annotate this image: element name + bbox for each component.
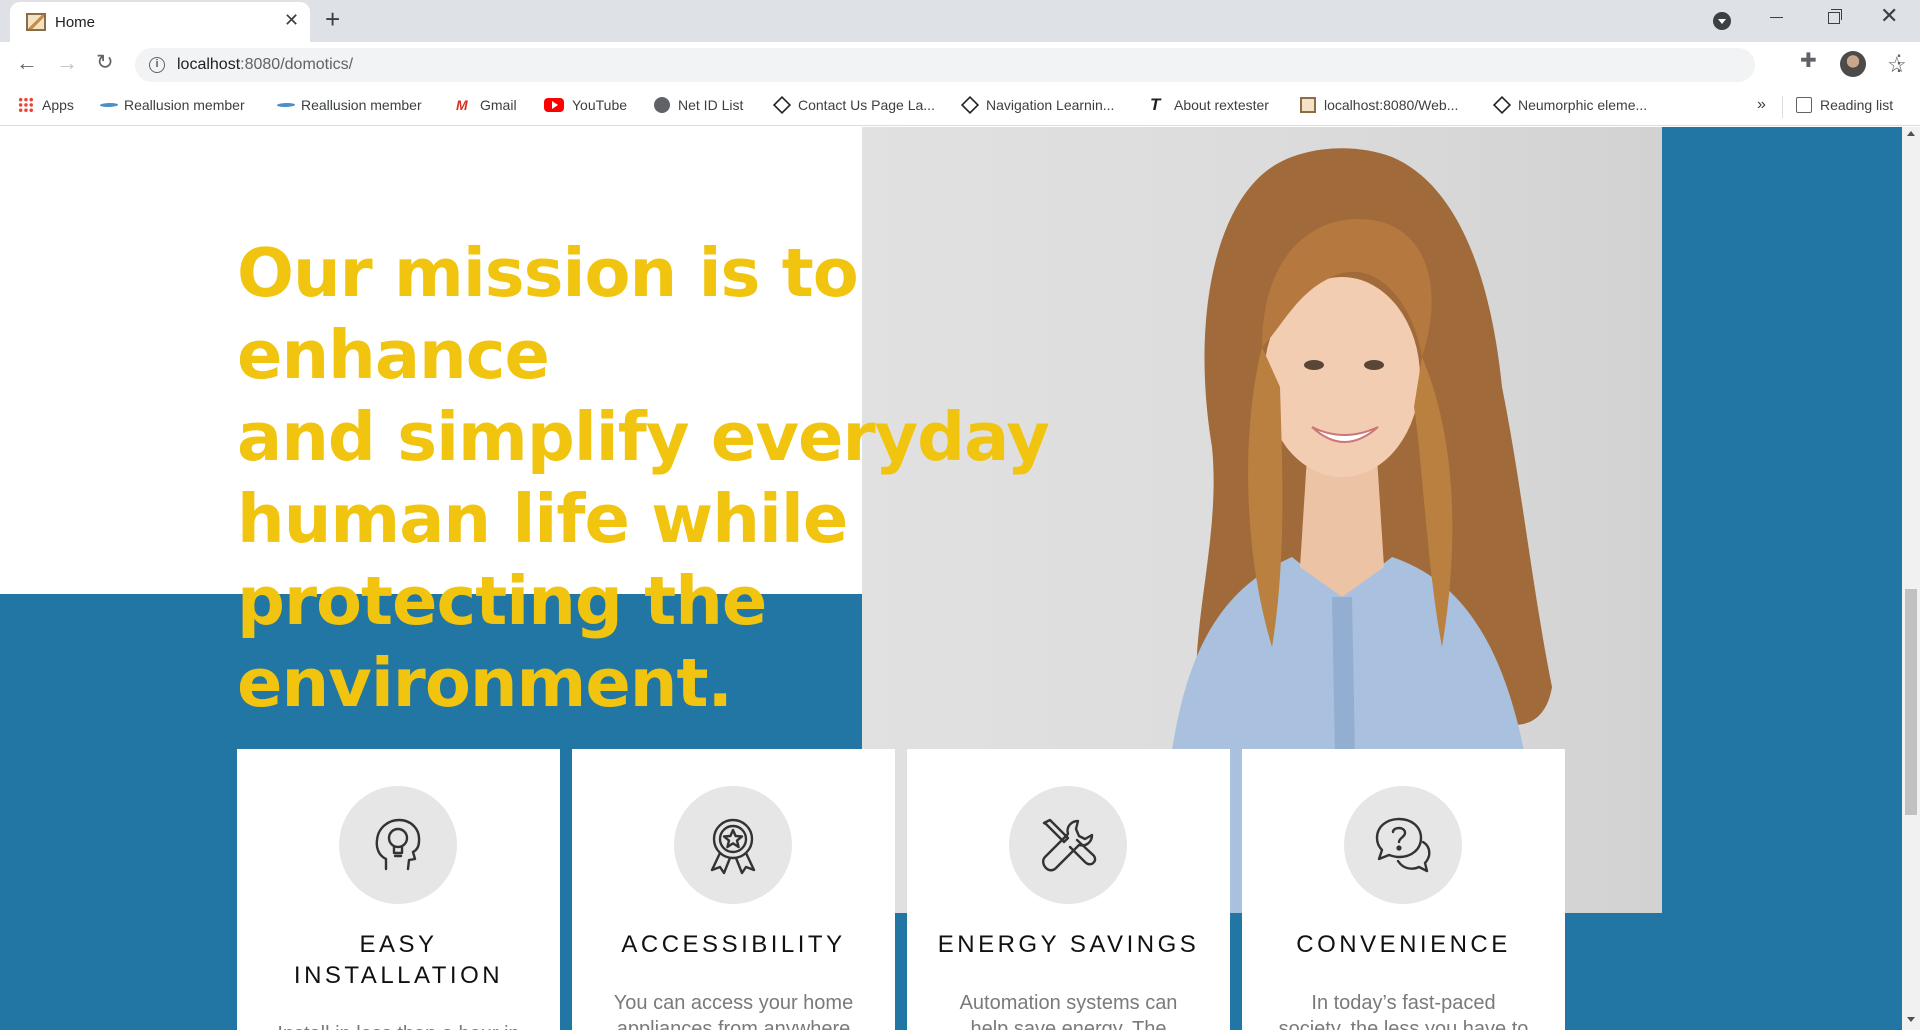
page-scrollbar[interactable]: [1902, 127, 1920, 1030]
feature-card-convenience: CONVENIENCE In today’s fast-paced societ…: [1242, 749, 1565, 1030]
reallusion-icon: [100, 97, 116, 113]
card-title: ENERGY SAVINGS: [937, 931, 1200, 958]
card-text: Install in less than a hour in: [237, 1021, 560, 1030]
url-text[interactable]: localhost:8080/domotics/: [177, 56, 353, 74]
t-icon: T: [1150, 95, 1161, 114]
scroll-up-icon[interactable]: [1907, 131, 1915, 136]
bookmarks-divider: [1782, 96, 1783, 118]
bookmark-contact-us[interactable]: Contact Us Page La...: [772, 95, 935, 115]
forward-icon[interactable]: →: [56, 50, 78, 76]
page-viewport: Our mission is to enhance and simplify e…: [0, 127, 1920, 1030]
address-bar[interactable]: i localhost:8080/domotics/ ☆: [135, 48, 1907, 82]
youtube-icon: [544, 98, 564, 112]
toolbar: ← → ↻ i localhost:8080/domotics/ ☆ ✚ ⋮: [0, 42, 1920, 88]
restore-icon[interactable]: [1828, 9, 1842, 24]
bookmark-net-id-list[interactable]: Net ID List: [654, 97, 743, 113]
question-chat-icon: [1344, 786, 1462, 904]
window-close-icon[interactable]: ✕: [1880, 3, 1898, 29]
codepen-icon: [960, 95, 980, 115]
award-badge-icon: [674, 786, 792, 904]
card-text: In today’s fast-paced society, the less …: [1278, 992, 1529, 1030]
bookmark-neumorphic[interactable]: Neumorphic eleme...: [1492, 95, 1647, 115]
tab-close-icon[interactable]: ✕: [284, 10, 299, 31]
codepen-icon: [772, 95, 792, 115]
scroll-thumb[interactable]: [1905, 589, 1917, 815]
tab-bar: Home ✕ + ✕: [0, 0, 1920, 42]
reading-list-button[interactable]: Reading list: [1796, 97, 1893, 113]
feature-card-energy-savings: ENERGY SAVINGS Automation systems can he…: [907, 749, 1230, 1030]
site-info-icon[interactable]: i: [149, 57, 165, 73]
bookmark-rextester[interactable]: T About rextester: [1150, 95, 1269, 114]
new-tab-button[interactable]: +: [325, 4, 340, 35]
apps-icon: [18, 97, 34, 113]
blue-side-panel: [1662, 127, 1902, 1030]
lightbulb-head-icon: [339, 786, 457, 904]
bookmark-youtube[interactable]: YouTube: [544, 97, 627, 113]
bookmark-navigation[interactable]: Navigation Learnin...: [960, 95, 1114, 115]
tab-home[interactable]: Home ✕: [10, 2, 310, 42]
card-text: Automation systems can help save energy.…: [959, 992, 1178, 1030]
bookmark-gmail[interactable]: M Gmail: [456, 97, 517, 113]
reallusion-icon: [277, 97, 293, 113]
bookmark-apps[interactable]: Apps: [18, 97, 74, 113]
bookmark-localhost[interactable]: localhost:8080/Web...: [1300, 97, 1458, 113]
bookmark-reallusion-1[interactable]: Reallusion member: [100, 97, 245, 113]
site-favicon-icon: [26, 13, 46, 31]
bookmarks-bar: Apps Reallusion member Reallusion member…: [0, 88, 1920, 126]
reload-icon[interactable]: ↻: [96, 50, 114, 75]
scroll-down-icon[interactable]: [1907, 1017, 1915, 1022]
bookmark-reallusion-2[interactable]: Reallusion member: [277, 97, 422, 113]
back-icon[interactable]: ←: [16, 50, 38, 76]
tools-icon: [1009, 786, 1127, 904]
more-bookmarks-icon[interactable]: »: [1757, 96, 1766, 114]
minimize-icon[interactable]: [1770, 17, 1783, 18]
tab-search-icon[interactable]: [1713, 12, 1731, 30]
card-title: CONVENIENCE: [1296, 931, 1511, 958]
feature-cards: EASY INSTALLATION Install in less than a…: [237, 749, 1567, 1030]
globe-icon: [654, 97, 670, 113]
site-icon: [1300, 97, 1316, 113]
card-title: ACCESSIBILITY: [621, 931, 846, 958]
card-text: You can access your home appliances from…: [613, 992, 854, 1030]
extensions-icon[interactable]: ✚: [1800, 48, 1817, 73]
tab-title: Home: [55, 14, 96, 31]
mission-heading: Our mission is to enhance and simplify e…: [237, 234, 1050, 722]
feature-card-accessibility: ACCESSIBILITY You can access your home a…: [572, 749, 895, 1030]
browser-menu-icon[interactable]: ⋮: [1888, 50, 1910, 76]
codepen-icon: [1492, 95, 1512, 115]
card-title: EASY INSTALLATION: [293, 931, 504, 989]
feature-card-easy-installation: EASY INSTALLATION Install in less than a…: [237, 749, 560, 1030]
reading-list-icon: [1796, 97, 1812, 113]
profile-avatar[interactable]: [1840, 51, 1866, 77]
gmail-icon: M: [456, 97, 468, 113]
